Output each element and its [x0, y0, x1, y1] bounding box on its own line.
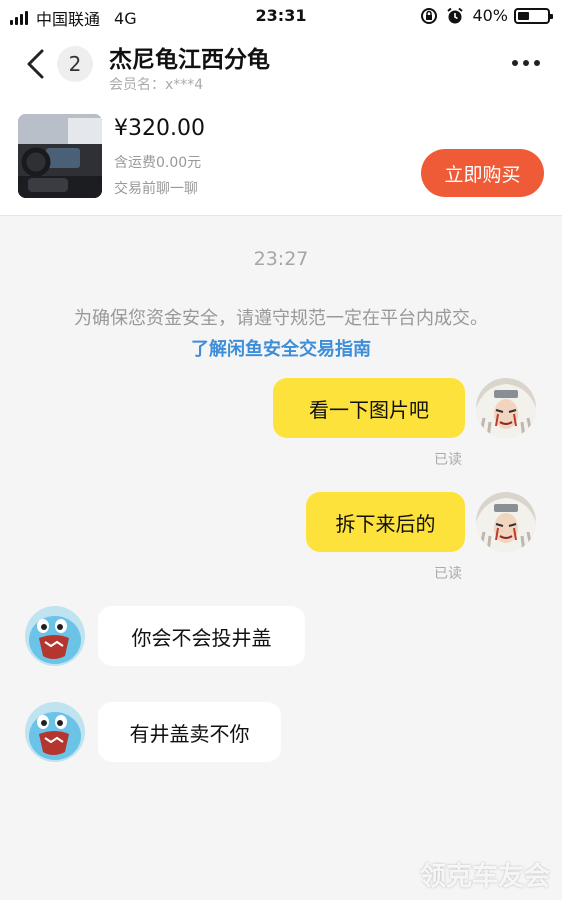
alarm-icon: [446, 7, 464, 25]
product-price: ¥320.00: [114, 116, 205, 141]
chat-hint: 交易前聊一聊: [114, 181, 198, 197]
more-dot-icon: [523, 60, 529, 66]
product-card[interactable]: ¥320.00 含运费0.00元 交易前聊一聊 立即购买: [0, 104, 562, 216]
watermark: 领克车友会: [419, 862, 550, 892]
shipping-fee: 含运费0.00元: [114, 155, 202, 171]
chat-header: 2 杰尼龟江西分龟 会员名：x***4: [0, 32, 562, 104]
anime-avatar-icon: [476, 492, 536, 552]
read-status: 已读: [434, 452, 462, 468]
squirtle-avatar-icon: [25, 702, 85, 762]
message-bubble-received[interactable]: 你会不会投井盖: [98, 606, 305, 666]
battery-fill: [518, 11, 529, 20]
car-interior-image: [18, 114, 102, 198]
more-options-button[interactable]: [507, 60, 540, 66]
battery-icon: [514, 7, 553, 24]
product-thumbnail[interactable]: [18, 114, 102, 198]
seller-avatar[interactable]: [25, 606, 85, 666]
my-avatar[interactable]: [476, 378, 536, 438]
unread-count-badge[interactable]: 2: [57, 46, 93, 82]
my-avatar[interactable]: [476, 492, 536, 552]
status-right: 40%: [420, 6, 553, 25]
more-dot-icon: [512, 60, 518, 66]
safety-guide-link[interactable]: 了解闲鱼安全交易指南: [0, 335, 562, 361]
rotation-lock-icon: [420, 7, 438, 25]
safety-notice: 为确保您资金安全，请遵守规范一定在平台内成交。: [74, 308, 488, 329]
more-dot-icon: [534, 60, 540, 66]
anime-avatar-icon: [476, 378, 536, 438]
chevron-left-icon: [27, 49, 44, 79]
message-bubble-received[interactable]: 有井盖卖不你: [98, 702, 281, 762]
chat-timestamp: 23:27: [253, 248, 309, 270]
message-bubble-sent[interactable]: 拆下来后的: [306, 492, 465, 552]
read-status: 已读: [434, 566, 462, 582]
message-bubble-sent[interactable]: 看一下图片吧: [273, 378, 465, 438]
buy-now-button[interactable]: 立即购买: [421, 149, 544, 197]
squirtle-avatar-icon: [25, 606, 85, 666]
battery-percent: 40%: [472, 6, 508, 25]
status-bar: 中国联通 4G 23:31 40%: [0, 0, 562, 32]
back-button[interactable]: [22, 48, 50, 80]
seller-avatar[interactable]: [25, 702, 85, 762]
member-name: 会员名：x***4: [109, 77, 204, 93]
chat-title: 杰尼龟江西分龟: [109, 47, 270, 73]
